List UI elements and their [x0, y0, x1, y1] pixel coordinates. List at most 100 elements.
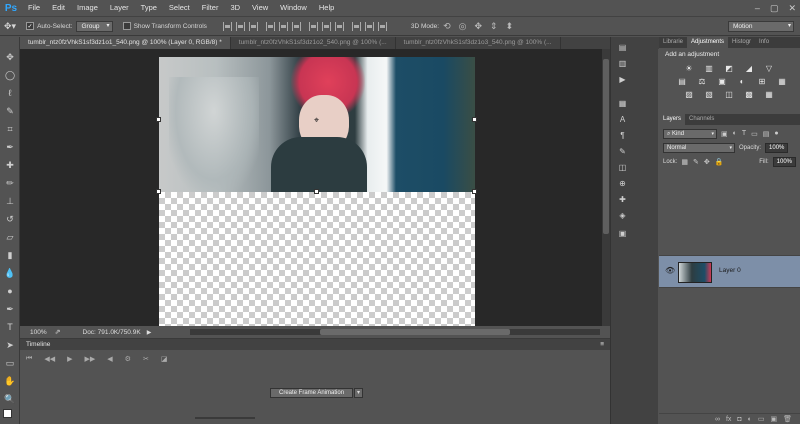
zoom-level[interactable]: 100% [30, 329, 47, 336]
tab-libraries[interactable]: Librarie [659, 37, 687, 48]
play-icon[interactable]: ▶ [67, 355, 72, 363]
swatches-icon[interactable]: ▦ [616, 97, 629, 109]
menu-type[interactable]: Type [135, 0, 163, 16]
document-tab-3[interactable]: tumblr_ntz0fzVhkS1sf3dz1o3_540.png @ 100… [396, 37, 561, 49]
levels-icon[interactable]: ▥ [703, 63, 715, 74]
filter-smart-object-icon[interactable]: ▤ [763, 130, 770, 138]
document-info[interactable]: Doc: 791.0K/750.9K [83, 329, 141, 336]
color-balance-icon[interactable]: ⚖ [696, 76, 708, 87]
3d-pan-icon[interactable]: ✥ [475, 21, 483, 32]
new-group-icon[interactable]: ▭ [758, 415, 765, 423]
menu-filter[interactable]: Filter [196, 0, 225, 16]
marquee-tool-icon[interactable]: ◯ [4, 69, 16, 81]
vertical-scrollbar[interactable] [602, 49, 610, 326]
gradient-tool-icon[interactable]: ▮ [4, 249, 16, 261]
properties-icon[interactable]: ▥ [616, 57, 629, 69]
menu-layer[interactable]: Layer [104, 0, 135, 16]
filter-pixel-icon[interactable]: ▣ [721, 130, 728, 138]
menu-edit[interactable]: Edit [46, 0, 71, 16]
timeline-title[interactable]: Timeline [26, 341, 50, 348]
dodge-tool-icon[interactable]: ● [4, 285, 16, 297]
vertical-scroll-thumb[interactable] [603, 59, 609, 234]
timeline-zoom-slider[interactable] [195, 417, 255, 419]
hand-tool-icon[interactable]: ✋ [4, 375, 16, 387]
menu-file[interactable]: File [22, 0, 46, 16]
status-arrow-icon[interactable]: ▶ [147, 329, 152, 336]
lock-position-icon[interactable]: ✥ [704, 158, 710, 166]
panel-menu-icon[interactable]: ≡ [600, 339, 604, 350]
gradient-map-icon[interactable]: ▩ [743, 89, 755, 100]
filter-toggle-icon[interactable]: ● [774, 130, 778, 138]
transform-handle-right-mid[interactable] [472, 117, 477, 122]
styles-icon[interactable]: ◫ [616, 161, 629, 173]
document-image[interactable]: ⌖ [156, 57, 477, 327]
layer-comps-icon[interactable]: ▣ [616, 227, 629, 239]
workspace-dropdown[interactable]: Motion [728, 20, 794, 32]
adjustment-layer-icon[interactable]: ◐ [748, 416, 752, 423]
3d-scale-icon[interactable]: ⬍ [506, 21, 514, 32]
close-button[interactable]: ✕ [788, 3, 796, 14]
move-tool-preset-icon[interactable]: ✥▾ [4, 21, 16, 32]
menu-3d[interactable]: 3D [224, 0, 246, 16]
distribute-bottom-icon[interactable] [334, 21, 344, 31]
lock-transparent-icon[interactable]: ▦ [681, 158, 688, 166]
3d-slide-icon[interactable]: ⇕ [490, 21, 498, 32]
tab-channels[interactable]: Channels [685, 114, 718, 125]
blend-mode-dropdown[interactable]: Normal [663, 143, 735, 153]
3d-icon[interactable]: ◈ [616, 209, 629, 221]
menu-view[interactable]: View [246, 0, 274, 16]
transform-handle-bottom-left[interactable] [156, 189, 161, 194]
distribute-top-icon[interactable] [308, 21, 318, 31]
transform-handle-bottom-right[interactable] [472, 189, 477, 194]
split-icon[interactable]: ✂ [143, 355, 149, 363]
actions-icon[interactable]: ▶ [616, 73, 629, 85]
3d-rotate-icon[interactable]: ⟲ [443, 21, 451, 32]
distribute-vcenter-icon[interactable] [321, 21, 331, 31]
quick-select-tool-icon[interactable]: ✎ [4, 105, 16, 117]
filter-adjustment-icon[interactable]: ◐ [733, 130, 737, 138]
shape-tool-icon[interactable]: ▭ [4, 357, 16, 369]
color-lookup-icon[interactable]: ▦ [776, 76, 788, 87]
fill-input[interactable]: 100% [772, 157, 796, 167]
healing-brush-tool-icon[interactable]: ✚ [4, 159, 16, 171]
foreground-color-swatch[interactable] [3, 409, 12, 418]
transition-icon[interactable]: ◪ [161, 355, 168, 363]
layer-name[interactable]: Layer 0 [719, 267, 741, 274]
vibrance-icon[interactable]: ▽ [763, 63, 775, 74]
lock-all-icon[interactable]: 🔒 [715, 158, 724, 166]
selective-color-icon[interactable]: ▦ [763, 89, 775, 100]
zoom-tool-icon[interactable]: 🔍 [4, 393, 16, 405]
black-white-icon[interactable]: ▣ [716, 76, 728, 87]
menu-image[interactable]: Image [71, 0, 104, 16]
menu-help[interactable]: Help [313, 0, 340, 16]
eraser-tool-icon[interactable]: ▱ [4, 231, 16, 243]
character-icon[interactable]: A [616, 113, 629, 125]
brightness-contrast-icon[interactable]: ☀ [683, 63, 695, 74]
eyedropper-tool-icon[interactable]: ✒ [4, 141, 16, 153]
delete-layer-icon[interactable]: 🗑 [783, 415, 792, 423]
menu-window[interactable]: Window [274, 0, 313, 16]
brush-tool-icon[interactable]: ✏ [4, 177, 16, 189]
type-tool-icon[interactable]: T [4, 321, 16, 333]
layer-style-icon[interactable]: fx [726, 416, 731, 423]
align-right-icon[interactable] [291, 21, 301, 31]
history-icon[interactable]: ▤ [616, 41, 629, 53]
threshold-icon[interactable]: ◫ [723, 89, 735, 100]
filter-type-icon[interactable]: T [742, 130, 746, 138]
create-animation-dropdown[interactable]: ▾ [354, 388, 363, 398]
history-brush-tool-icon[interactable]: ↺ [4, 213, 16, 225]
invert-icon[interactable]: ▨ [683, 89, 695, 100]
new-layer-icon[interactable]: ▣ [770, 415, 777, 423]
share-icon[interactable]: ⇗ [55, 328, 61, 336]
pen-tool-icon[interactable]: ✒ [4, 303, 16, 315]
opacity-input[interactable]: 100% [765, 143, 789, 153]
path-select-tool-icon[interactable]: ➤ [4, 339, 16, 351]
distribute-right-icon[interactable] [377, 21, 387, 31]
auto-select-dropdown[interactable]: Group [76, 20, 113, 32]
maximize-button[interactable]: ▢ [770, 3, 779, 14]
curves-icon[interactable]: ◩ [723, 63, 735, 74]
paragraph-icon[interactable]: ¶ [616, 129, 629, 141]
distribute-hcenter-icon[interactable] [364, 21, 374, 31]
show-transform-checkbox[interactable]: Show Transform Controls [122, 22, 207, 30]
tab-info[interactable]: Info [755, 37, 773, 48]
